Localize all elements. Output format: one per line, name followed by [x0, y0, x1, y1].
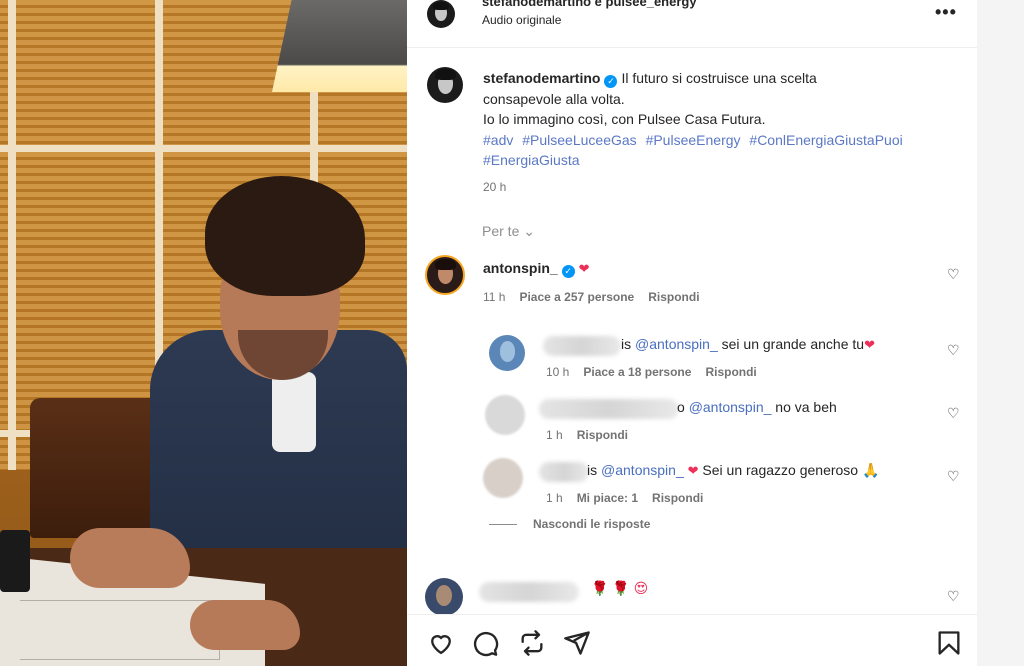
comment-sort-dropdown[interactable]: Per te ⌄ — [482, 223, 535, 240]
comment-icon[interactable] — [471, 629, 499, 657]
blurred-username — [539, 399, 679, 419]
commenter-avatar[interactable] — [485, 395, 525, 435]
heart-emoji: ❤ — [864, 337, 875, 352]
post-photo[interactable] — [0, 0, 407, 666]
post-action-bar — [407, 614, 977, 666]
heart-emoji: ❤ — [687, 463, 699, 478]
reply-text: is @antonspin_ ❤ Sei un ragazzo generoso… — [587, 462, 879, 479]
lamp — [272, 0, 407, 92]
comment-likes[interactable]: Piace a 257 persone — [519, 290, 634, 304]
commenter-avatar[interactable] — [425, 578, 463, 616]
audio-label[interactable]: Audio originale — [482, 13, 561, 27]
caption-avatar[interactable] — [427, 67, 463, 103]
hashtag-link[interactable]: #PulseeLuceeGas — [522, 132, 636, 148]
pray-emoji: 🙏 — [861, 462, 880, 478]
hashtag-link[interactable]: #ConlEnergiaGiustaPuoi — [749, 132, 902, 148]
caption-time[interactable]: 20 h — [483, 180, 506, 194]
more-options-icon[interactable]: ••• — [935, 2, 957, 23]
post-author-names[interactable]: stefanodemartino e pulsee_energy — [482, 0, 697, 9]
caption: stefanodemartino ✓ Il futuro si costruisce… — [483, 68, 953, 171]
blurred-username — [543, 336, 621, 356]
reply-text: is @antonspin_ sei un grande anche tu❤ — [621, 336, 875, 353]
name-suffix: o — [677, 399, 685, 415]
chevron-down-icon: ⌄ — [523, 223, 535, 239]
window-frame — [0, 145, 407, 152]
commenter-avatar[interactable] — [489, 335, 525, 371]
heart-icon[interactable] — [427, 629, 455, 657]
comment-likes[interactable]: Mi piace: 1 — [577, 491, 638, 505]
comment-time[interactable]: 10 h — [546, 365, 569, 379]
name-suffix: is — [621, 336, 632, 352]
name-suffix: is — [587, 462, 598, 478]
person-hand — [190, 600, 300, 650]
caption-line-2: consapevole alla volta. — [483, 90, 625, 107]
hashtag-link[interactable]: #EnergiaGiusta — [483, 152, 580, 168]
caption-username[interactable]: stefanodemartino — [483, 70, 600, 86]
mention-link[interactable]: @antonspin_ — [635, 336, 718, 352]
reply-body: Sei un ragazzo generoso — [702, 462, 859, 478]
hashtag-link[interactable]: #PulseeEnergy — [646, 132, 741, 148]
sort-label: Per te — [482, 223, 520, 239]
comment-text: antonspin_ ✓ ❤ — [483, 260, 590, 278]
verified-badge-icon: ✓ — [604, 75, 618, 88]
commenter-avatar[interactable] — [425, 255, 465, 295]
hashtag-link[interactable]: #adv — [483, 132, 513, 148]
comment-meta: 1 h Mi piace: 1 Rispondi — [546, 491, 717, 505]
person-hair — [205, 176, 365, 296]
comments-panel: stefanodemartino e pulsee_energy Audio o… — [407, 0, 977, 666]
reply-body: sei un grande anche tu — [721, 336, 865, 352]
reply-button[interactable]: Rispondi — [705, 365, 756, 379]
hide-replies-button[interactable]: Nascondi le risposte — [533, 517, 650, 531]
comment-time[interactable]: 11 h — [483, 290, 505, 304]
heart-icon[interactable]: ♡ — [947, 266, 960, 283]
heart-emoji: ❤ — [578, 261, 590, 276]
bookmark-icon[interactable] — [935, 629, 963, 657]
caption-line-1: Il futuro si costruisce una scelta — [621, 70, 817, 86]
window-frame — [8, 0, 16, 470]
comment-meta: 1 h Rispondi — [546, 428, 642, 442]
hide-replies-line — [489, 524, 517, 525]
page-gutter — [977, 0, 1024, 666]
comment-meta: 10 h Piace a 18 persone Rispondi — [546, 365, 771, 379]
tablet — [0, 530, 30, 592]
reply-button[interactable]: Rispondi — [652, 491, 703, 505]
hashtags: #adv #PulseeLuceeGas #PulseeEnergy #Conl… — [483, 132, 908, 169]
commenter-avatar[interactable] — [483, 458, 523, 498]
post-header: stefanodemartino e pulsee_energy Audio o… — [407, 0, 977, 48]
heart-icon[interactable]: ♡ — [947, 342, 960, 359]
reply-text: o @antonspin_ no va beh — [677, 399, 837, 415]
reply-button[interactable]: Rispondi — [577, 428, 628, 442]
reply-button[interactable]: Rispondi — [648, 290, 699, 304]
comment-time[interactable]: 1 h — [546, 491, 563, 505]
blurred-username — [479, 582, 579, 602]
mention-link[interactable]: @antonspin_ — [689, 399, 772, 415]
commenter-username[interactable]: antonspin_ — [483, 260, 558, 276]
person-tshirt — [272, 372, 316, 452]
heart-icon[interactable]: ♡ — [947, 468, 960, 485]
caption-line-3: Io lo immagino così, con Pulsee Casa Fut… — [483, 111, 766, 127]
send-icon[interactable] — [563, 629, 591, 657]
person-hand — [70, 528, 190, 588]
verified-badge-icon: ✓ — [561, 265, 575, 278]
repost-icon[interactable] — [518, 629, 546, 657]
blurred-username — [539, 462, 589, 482]
comment-likes[interactable]: Piace a 18 persone — [583, 365, 691, 379]
reply-body: no va beh — [775, 399, 837, 415]
mention-link[interactable]: @antonspin_ — [601, 462, 684, 478]
heart-icon[interactable]: ♡ — [947, 588, 960, 605]
comment-time[interactable]: 1 h — [546, 428, 563, 442]
author-avatar[interactable] — [427, 0, 455, 28]
comment-meta: 11 h Piace a 257 persone Rispondi — [483, 290, 714, 304]
heart-icon[interactable]: ♡ — [947, 405, 960, 422]
comment-emojis: 🌹 🌹 😍 — [591, 580, 649, 596]
